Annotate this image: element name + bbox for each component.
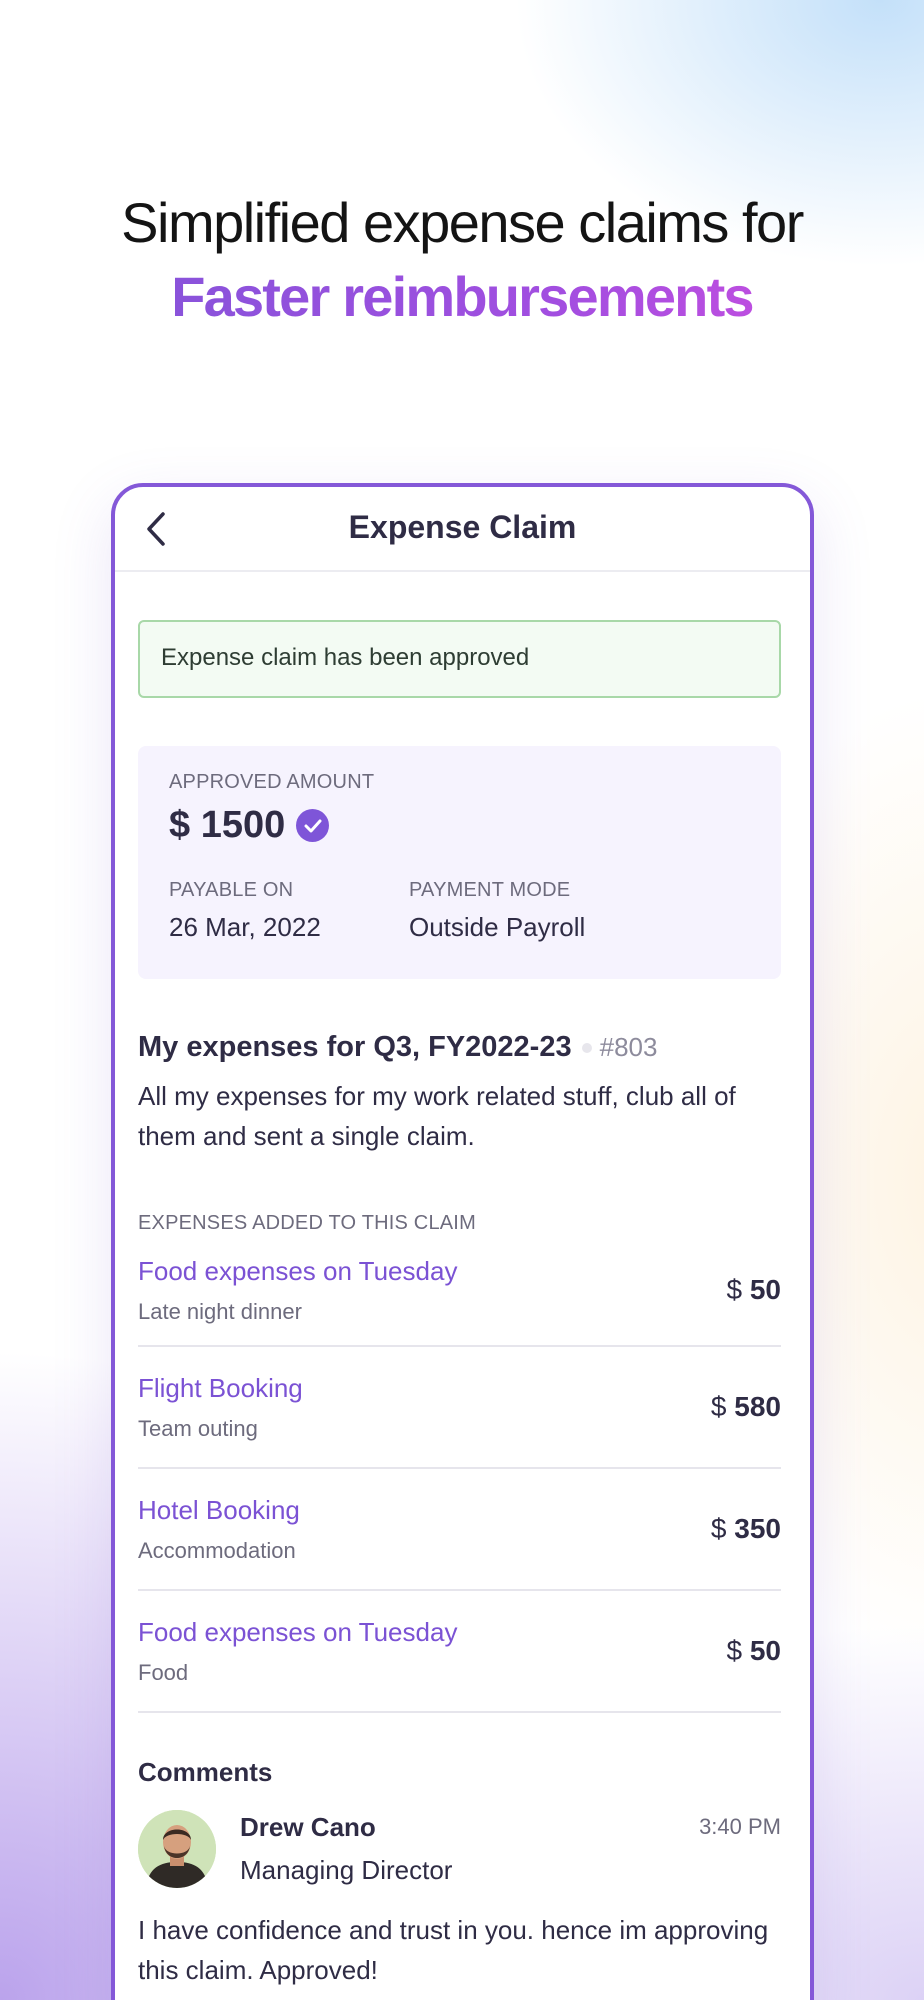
separator-dot bbox=[581, 1042, 592, 1053]
hero-subtitle: Faster reimbursements bbox=[0, 258, 924, 336]
expense-subtitle: Food bbox=[138, 1659, 189, 1685]
comment-text: I have confidence and trust in you. henc… bbox=[138, 1915, 769, 1985]
commenter-role: Managing Director bbox=[240, 1855, 453, 1885]
commenter-name: Drew Cano bbox=[240, 1812, 376, 1842]
expense-item[interactable]: Food expenses on Tuesday Late night dinn… bbox=[138, 1235, 781, 1347]
expense-currency: $ bbox=[710, 1391, 727, 1422]
avatar bbox=[138, 1810, 216, 1888]
payable-on-label: PAYABLE ON bbox=[169, 879, 294, 901]
payable-on-value: 26 Mar, 2022 bbox=[169, 912, 321, 942]
payment-mode-value: Outside Payroll bbox=[409, 912, 586, 942]
comment-header: Drew Cano Managing Director 3:40 PM bbox=[138, 1810, 781, 1888]
claim-title: My expenses for Q3, FY2022-23 bbox=[138, 1031, 572, 1063]
expense-amount: $ 580 bbox=[711, 1391, 781, 1423]
expense-amount-value: 50 bbox=[749, 1635, 781, 1666]
check-circle-icon bbox=[296, 809, 330, 842]
expense-amount: $ 50 bbox=[726, 1274, 781, 1306]
expense-name: Food expenses on Tuesday bbox=[138, 1616, 458, 1647]
expense-item[interactable]: Hotel Booking Accommodation $ 350 bbox=[138, 1469, 781, 1591]
expense-name: Food expenses on Tuesday bbox=[138, 1255, 458, 1286]
expense-currency: $ bbox=[726, 1635, 743, 1666]
phone-frame: Expense Claim Expense claim has been app… bbox=[111, 483, 814, 2000]
expense-subtitle: Late night dinner bbox=[138, 1298, 302, 1324]
page-title: Expense Claim bbox=[348, 509, 577, 545]
expense-amount-value: 580 bbox=[734, 1391, 781, 1422]
expense-subtitle: Team outing bbox=[138, 1415, 258, 1441]
expense-amount-value: 350 bbox=[734, 1513, 781, 1544]
app-bar: Expense Claim bbox=[115, 487, 810, 572]
claim-content: Expense claim has been approved APPROVED… bbox=[115, 620, 810, 1990]
payment-mode-label: PAYMENT MODE bbox=[409, 879, 571, 901]
expense-amount-value: 50 bbox=[749, 1274, 781, 1305]
approved-amount-label: APPROVED AMOUNT bbox=[169, 771, 375, 793]
comment-time: 3:40 PM bbox=[699, 1814, 781, 1839]
claim-id: #803 bbox=[599, 1032, 658, 1062]
expense-name: Flight Booking bbox=[138, 1372, 303, 1403]
approval-alert: Expense claim has been approved bbox=[138, 620, 781, 698]
claim-title-row: My expenses for Q3, FY2022-23 #803 bbox=[138, 1031, 781, 1064]
expense-item[interactable]: Food expenses on Tuesday Food $ 50 bbox=[138, 1591, 781, 1713]
expense-amount: $ 350 bbox=[711, 1513, 781, 1545]
expense-subtitle: Accommodation bbox=[138, 1537, 296, 1563]
expenses-section-label: EXPENSES ADDED TO THIS CLAIM bbox=[138, 1212, 476, 1234]
expense-currency: $ bbox=[726, 1274, 743, 1305]
comments-title: Comments bbox=[138, 1757, 273, 1787]
claim-description: All my expenses for my work related stuf… bbox=[138, 1081, 736, 1151]
approved-amount-value: $ 1500 bbox=[169, 804, 286, 846]
expense-currency: $ bbox=[710, 1513, 727, 1544]
expense-item[interactable]: Flight Booking Team outing $ 580 bbox=[138, 1347, 781, 1469]
hero-title: Simplified expense claims for bbox=[121, 191, 804, 254]
expense-amount: $ 50 bbox=[726, 1635, 781, 1667]
expense-name: Hotel Booking bbox=[138, 1494, 300, 1525]
approved-amount-card: APPROVED AMOUNT $ 1500 PAYABLE ON 26 Mar… bbox=[138, 746, 781, 979]
hero-headline: Simplified expense claims for Faster rei… bbox=[0, 188, 924, 336]
